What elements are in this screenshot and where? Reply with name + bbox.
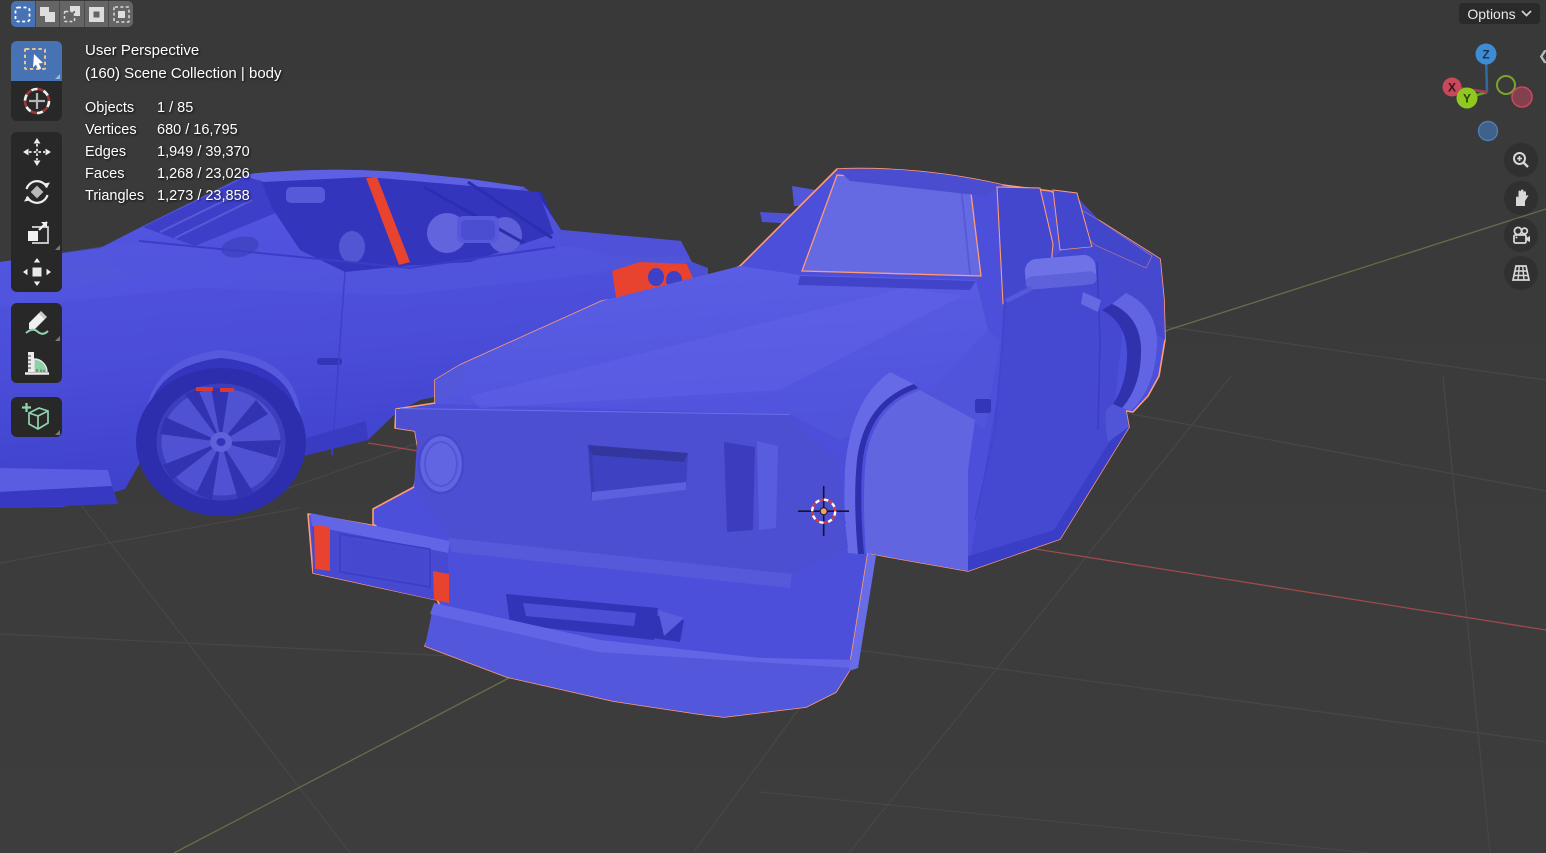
svg-text:Y: Y xyxy=(1463,92,1471,106)
svg-text:Z: Z xyxy=(1482,48,1489,62)
svg-text:X: X xyxy=(1448,81,1456,95)
